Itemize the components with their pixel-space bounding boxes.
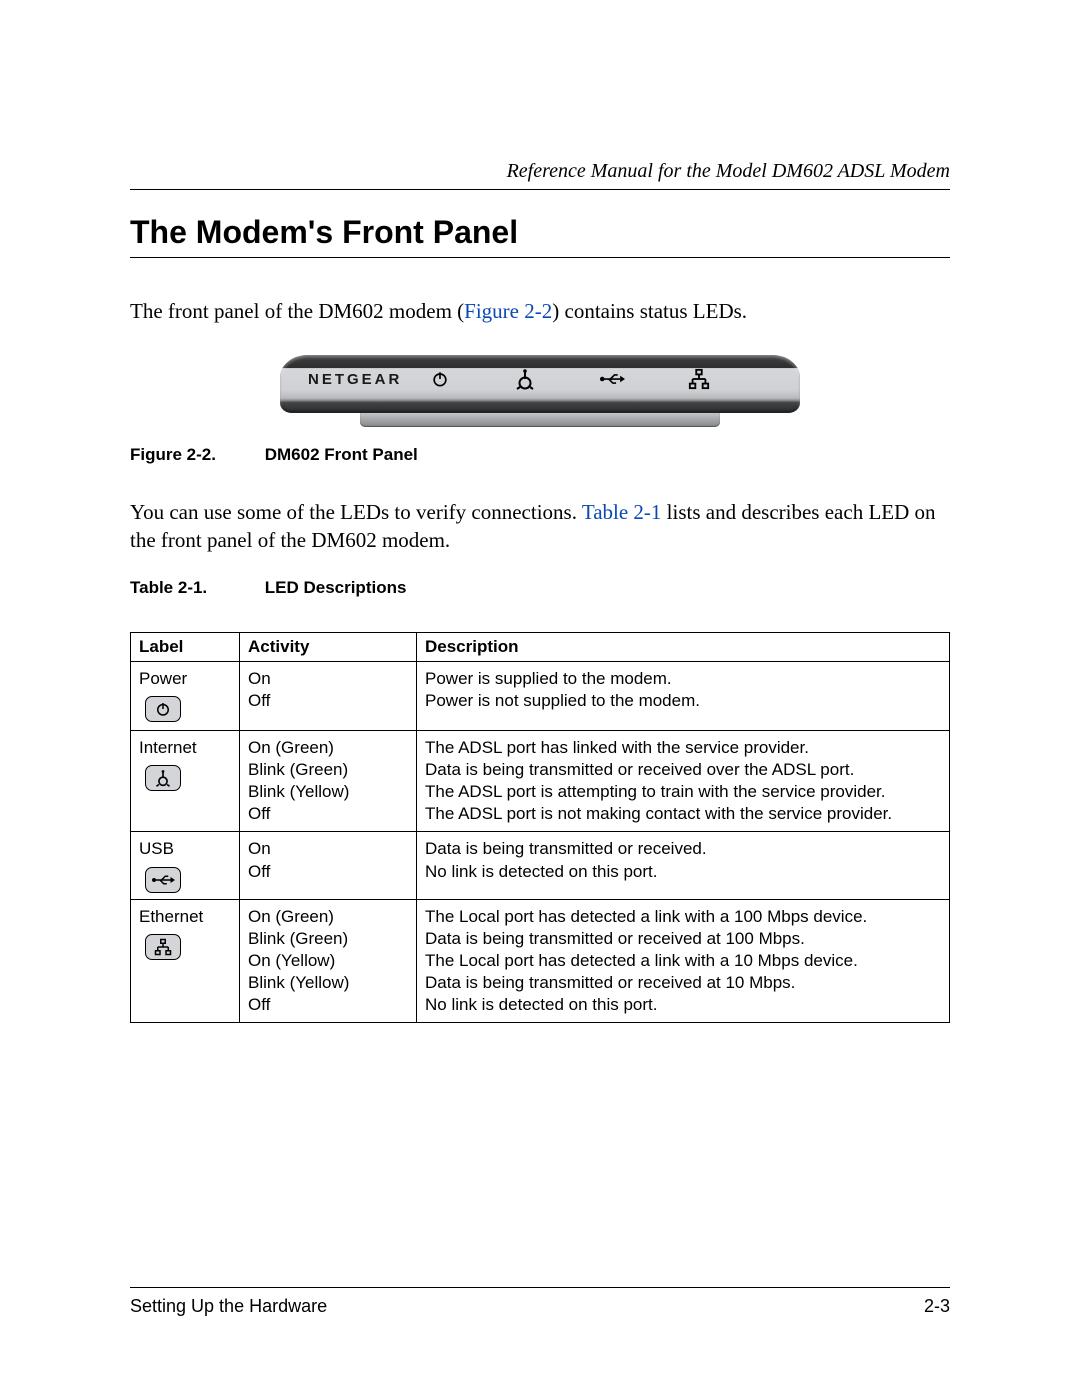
intro-paragraph-1: The front panel of the DM602 modem (Figu…: [130, 298, 950, 325]
description-cell: Power is supplied to the modem. Power is…: [417, 661, 950, 730]
desc-line: Data is being transmitted or received.: [425, 838, 941, 860]
footer-left: Setting Up the Hardware: [130, 1296, 327, 1317]
figure-caption: Figure 2-2. DM602 Front Panel: [130, 445, 950, 465]
activity-cell: On (Green) Blink (Green) Blink (Yellow) …: [240, 731, 417, 832]
activity-line: On (Green): [248, 906, 408, 928]
desc-line: Data is being transmitted or received at…: [425, 928, 941, 950]
activity-cell: On (Green) Blink (Green) On (Yellow) Bli…: [240, 899, 417, 1022]
table-header-row: Label Activity Description: [131, 632, 950, 661]
modem-body: NETGEAR: [280, 355, 800, 413]
led-descriptions-table: Label Activity Description Power On Off: [130, 632, 950, 1023]
description-cell: The Local port has detected a link with …: [417, 899, 950, 1022]
table-number: Table 2-1.: [130, 578, 260, 598]
label-text: Internet: [139, 737, 231, 759]
activity-line: On: [248, 668, 408, 690]
activity-line: Blink (Yellow): [248, 972, 408, 994]
table-row: USB On Off Data is being transmitted or …: [131, 832, 950, 899]
activity-line: Off: [248, 803, 408, 825]
figure-number: Figure 2-2.: [130, 445, 260, 465]
activity-line: Off: [248, 994, 408, 1016]
modem-icons-row: [430, 367, 710, 391]
power-icon: [145, 696, 181, 722]
desc-line: The Local port has detected a link with …: [425, 950, 941, 972]
footer-right: 2-3: [924, 1296, 950, 1317]
activity-line: Off: [248, 690, 408, 712]
intro-paragraph-2: You can use some of the LEDs to verify c…: [130, 499, 950, 554]
figure-title: DM602 Front Panel: [265, 445, 418, 465]
label-text: USB: [139, 838, 231, 860]
description-cell: The ADSL port has linked with the servic…: [417, 731, 950, 832]
document-header: Reference Manual for the Model DM602 ADS…: [130, 160, 950, 183]
usb-icon: [145, 867, 181, 893]
text: ) contains status LEDs.: [552, 299, 747, 323]
label-cell-usb: USB: [131, 832, 240, 899]
activity-line: Blink (Green): [248, 759, 408, 781]
modem-figure: NETGEAR: [280, 355, 800, 427]
desc-line: The ADSL port has linked with the servic…: [425, 737, 941, 759]
table-caption: Table 2-1. LED Descriptions: [130, 578, 950, 598]
desc-line: Data is being transmitted or received at…: [425, 972, 941, 994]
label-text: Power: [139, 668, 231, 690]
figure-ref-link[interactable]: Figure 2-2: [464, 299, 552, 323]
activity-line: Off: [248, 861, 408, 883]
label-cell-ethernet: Ethernet: [131, 899, 240, 1022]
desc-line: No link is detected on this port.: [425, 861, 941, 883]
usb-icon: [599, 371, 625, 387]
col-header-description: Description: [417, 632, 950, 661]
modem-foot: [360, 413, 720, 427]
ethernet-icon: [688, 368, 710, 390]
activity-line: On (Yellow): [248, 950, 408, 972]
desc-line: Power is not supplied to the modem.: [425, 690, 941, 712]
col-header-activity: Activity: [240, 632, 417, 661]
table-ref-link[interactable]: Table 2-1: [582, 500, 662, 524]
section-rule: [130, 257, 950, 258]
activity-line: Blink (Green): [248, 928, 408, 950]
section-title: The Modem's Front Panel: [130, 214, 950, 251]
table-row: Ethernet On (Green) Blink (Green) On (Ye…: [131, 899, 950, 1022]
label-cell-power: Power: [131, 661, 240, 730]
table-row: Internet On (Green) Blink (Green) Blink …: [131, 731, 950, 832]
text: The front panel of the DM602 modem (: [130, 299, 464, 323]
activity-line: On (Green): [248, 737, 408, 759]
modem-brand-label: NETGEAR: [308, 371, 402, 388]
power-icon: [430, 369, 450, 389]
description-cell: Data is being transmitted or received. N…: [417, 832, 950, 899]
desc-line: The ADSL port is attempting to train wit…: [425, 781, 941, 803]
table-row: Power On Off Power is supplied to the mo…: [131, 661, 950, 730]
internet-icon: [513, 368, 537, 390]
label-cell-internet: Internet: [131, 731, 240, 832]
activity-line: Blink (Yellow): [248, 781, 408, 803]
desc-line: Power is supplied to the modem.: [425, 668, 941, 690]
col-header-label: Label: [131, 632, 240, 661]
label-text: Ethernet: [139, 906, 231, 928]
table-title: LED Descriptions: [265, 578, 407, 598]
desc-line: Data is being transmitted or received ov…: [425, 759, 941, 781]
header-rule: [130, 189, 950, 190]
page-footer: Setting Up the Hardware 2-3: [130, 1287, 950, 1317]
desc-line: No link is detected on this port.: [425, 994, 941, 1016]
footer-rule: [130, 1287, 950, 1288]
activity-cell: On Off: [240, 661, 417, 730]
text: You can use some of the LEDs to verify c…: [130, 500, 582, 524]
internet-icon: [145, 765, 181, 791]
desc-line: The ADSL port is not making contact with…: [425, 803, 941, 825]
desc-line: The Local port has detected a link with …: [425, 906, 941, 928]
ethernet-icon: [145, 934, 181, 960]
activity-cell: On Off: [240, 832, 417, 899]
activity-line: On: [248, 838, 408, 860]
